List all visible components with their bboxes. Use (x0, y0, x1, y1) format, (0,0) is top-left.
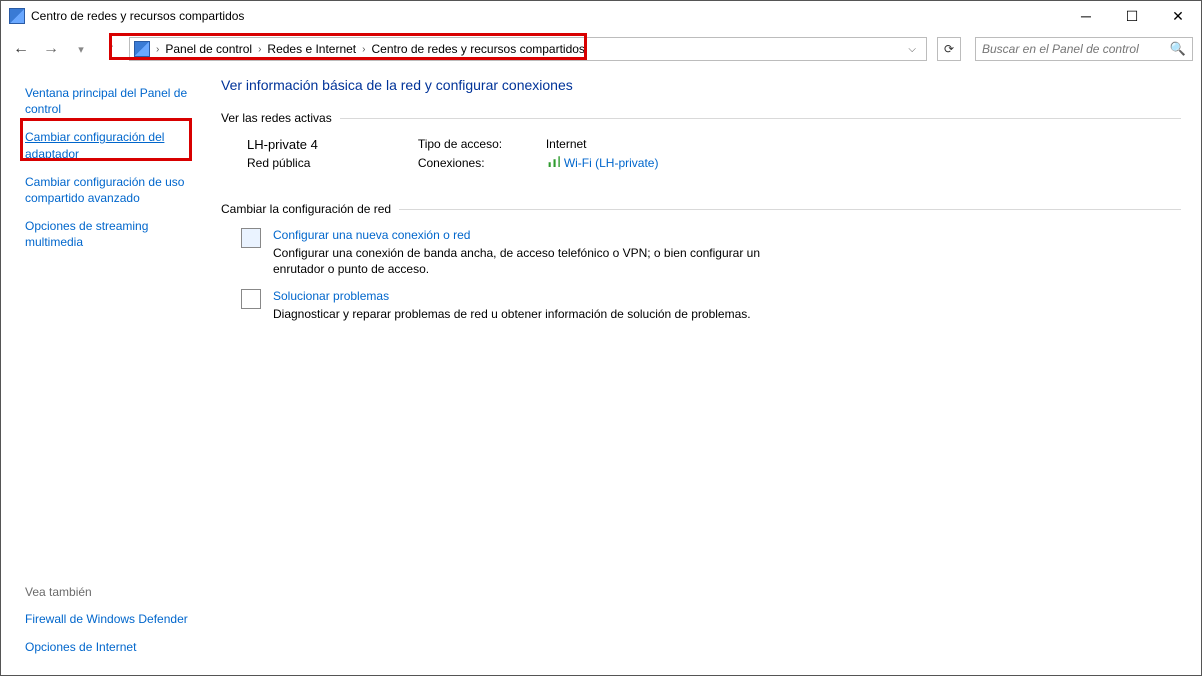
sidebar-link-adapter-settings[interactable]: Cambiar configuración del adaptador (25, 129, 197, 161)
maximize-button[interactable]: ☐ (1109, 1, 1155, 31)
close-button[interactable]: ✕ (1155, 1, 1201, 31)
sidebar-link-advanced-sharing[interactable]: Cambiar configuración de uso compartido … (25, 174, 197, 206)
window-title: Centro de redes y recursos compartidos (31, 9, 1063, 23)
network-name: LH-private 4 (247, 137, 318, 152)
sidebar-link-media-streaming[interactable]: Opciones de streaming multimedia (25, 218, 197, 250)
setup-connection-link[interactable]: Configurar una nueva conexión o red (273, 228, 470, 242)
page-title: Ver información básica de la red y confi… (221, 77, 1181, 93)
search-icon[interactable]: 🔍 (1170, 41, 1186, 57)
address-dropdown-button[interactable]: ⌵ (902, 44, 922, 55)
minimize-button[interactable]: ─ (1063, 1, 1109, 31)
address-bar[interactable]: › Panel de control › Redes e Internet › … (129, 37, 927, 61)
breadcrumb-seg-network-internet[interactable]: Redes e Internet (267, 42, 356, 56)
troubleshoot-icon (241, 289, 261, 309)
active-networks-heading: Ver las redes activas (221, 111, 332, 125)
connections-label: Conexiones: (418, 156, 528, 170)
wifi-signal-icon (546, 155, 560, 167)
sidebar-link-internet-options[interactable]: Opciones de Internet (25, 639, 197, 655)
setup-connection-desc: Configurar una conexión de banda ancha, … (273, 245, 793, 277)
access-type-value: Internet (546, 137, 587, 151)
change-network-settings-heading: Cambiar la configuración de red (221, 202, 391, 216)
breadcrumb-seg-control-panel[interactable]: Panel de control (165, 42, 252, 56)
divider (340, 118, 1181, 119)
troubleshoot-link[interactable]: Solucionar problemas (273, 289, 389, 303)
control-panel-icon (134, 41, 150, 57)
search-box[interactable]: 🔍 (975, 37, 1193, 61)
recent-locations-button[interactable]: ▾ (69, 37, 93, 61)
see-also-heading: Vea también (25, 585, 197, 599)
sidebar-link-windows-firewall[interactable]: Firewall de Windows Defender (25, 611, 197, 627)
access-type-label: Tipo de acceso: (418, 137, 528, 151)
chevron-right-icon[interactable]: › (256, 44, 263, 55)
breadcrumb-seg-network-center[interactable]: Centro de redes y recursos compartidos (372, 42, 585, 56)
chevron-right-icon[interactable]: › (154, 44, 161, 55)
window-icon (9, 8, 25, 24)
search-input[interactable] (982, 42, 1170, 56)
forward-button: → (39, 37, 63, 61)
chevron-right-icon[interactable]: › (360, 44, 367, 55)
troubleshoot-desc: Diagnosticar y reparar problemas de red … (273, 306, 751, 322)
refresh-button[interactable]: ⟳ (937, 37, 961, 61)
sidebar-link-control-panel-home[interactable]: Ventana principal del Panel de control (25, 85, 197, 117)
up-button[interactable]: ↑ (99, 37, 123, 61)
network-type: Red pública (247, 156, 318, 170)
connection-link[interactable]: Wi-Fi (LH-private) (564, 156, 659, 170)
divider (399, 209, 1181, 210)
setup-connection-icon (241, 228, 261, 248)
back-button[interactable]: ← (9, 37, 33, 61)
